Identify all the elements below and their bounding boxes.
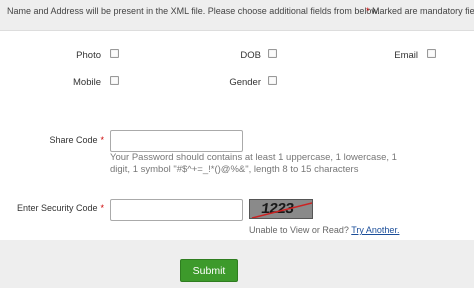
- share-code-label: Share Code *: [49, 135, 104, 145]
- mandatory-note: * Marked are mandatory fields: [366, 6, 474, 16]
- mobile-checkbox[interactable]: [110, 76, 119, 85]
- captcha-help: Unable to View or Read? Try Another.: [249, 225, 399, 235]
- dob-checkbox[interactable]: [268, 49, 277, 58]
- try-another-link[interactable]: Try Another.: [351, 225, 399, 235]
- info-bar: Name and Address will be present in the …: [0, 0, 474, 31]
- info-text: Name and Address will be present in the …: [7, 6, 380, 16]
- dob-label: DOB: [240, 50, 261, 61]
- required-star: *: [100, 135, 104, 145]
- gender-checkbox[interactable]: [268, 76, 277, 85]
- mandatory-text: Marked are mandatory fields: [372, 6, 474, 16]
- security-code-label: Enter Security Code *: [17, 203, 104, 213]
- submit-button[interactable]: Submit: [180, 259, 238, 282]
- captcha-strike-line: [251, 202, 312, 218]
- share-code-label-text: Share Code: [49, 135, 98, 145]
- security-code-label-text: Enter Security Code: [16, 203, 98, 213]
- email-checkbox[interactable]: [427, 49, 436, 58]
- mandatory-star: *: [366, 6, 370, 16]
- captcha-help-text: Unable to View or Read?: [249, 225, 349, 235]
- required-star: *: [100, 203, 104, 213]
- mobile-label: Mobile: [73, 77, 101, 88]
- share-code-hint: Your Password should contains at least 1…: [110, 152, 397, 175]
- share-code-input[interactable]: [110, 130, 243, 152]
- photo-label: Photo: [76, 50, 101, 61]
- gender-label: Gender: [229, 77, 261, 88]
- email-label: Email: [394, 50, 418, 61]
- security-code-input[interactable]: [110, 199, 243, 221]
- photo-checkbox[interactable]: [110, 49, 119, 58]
- captcha-image: 1223: [249, 199, 313, 219]
